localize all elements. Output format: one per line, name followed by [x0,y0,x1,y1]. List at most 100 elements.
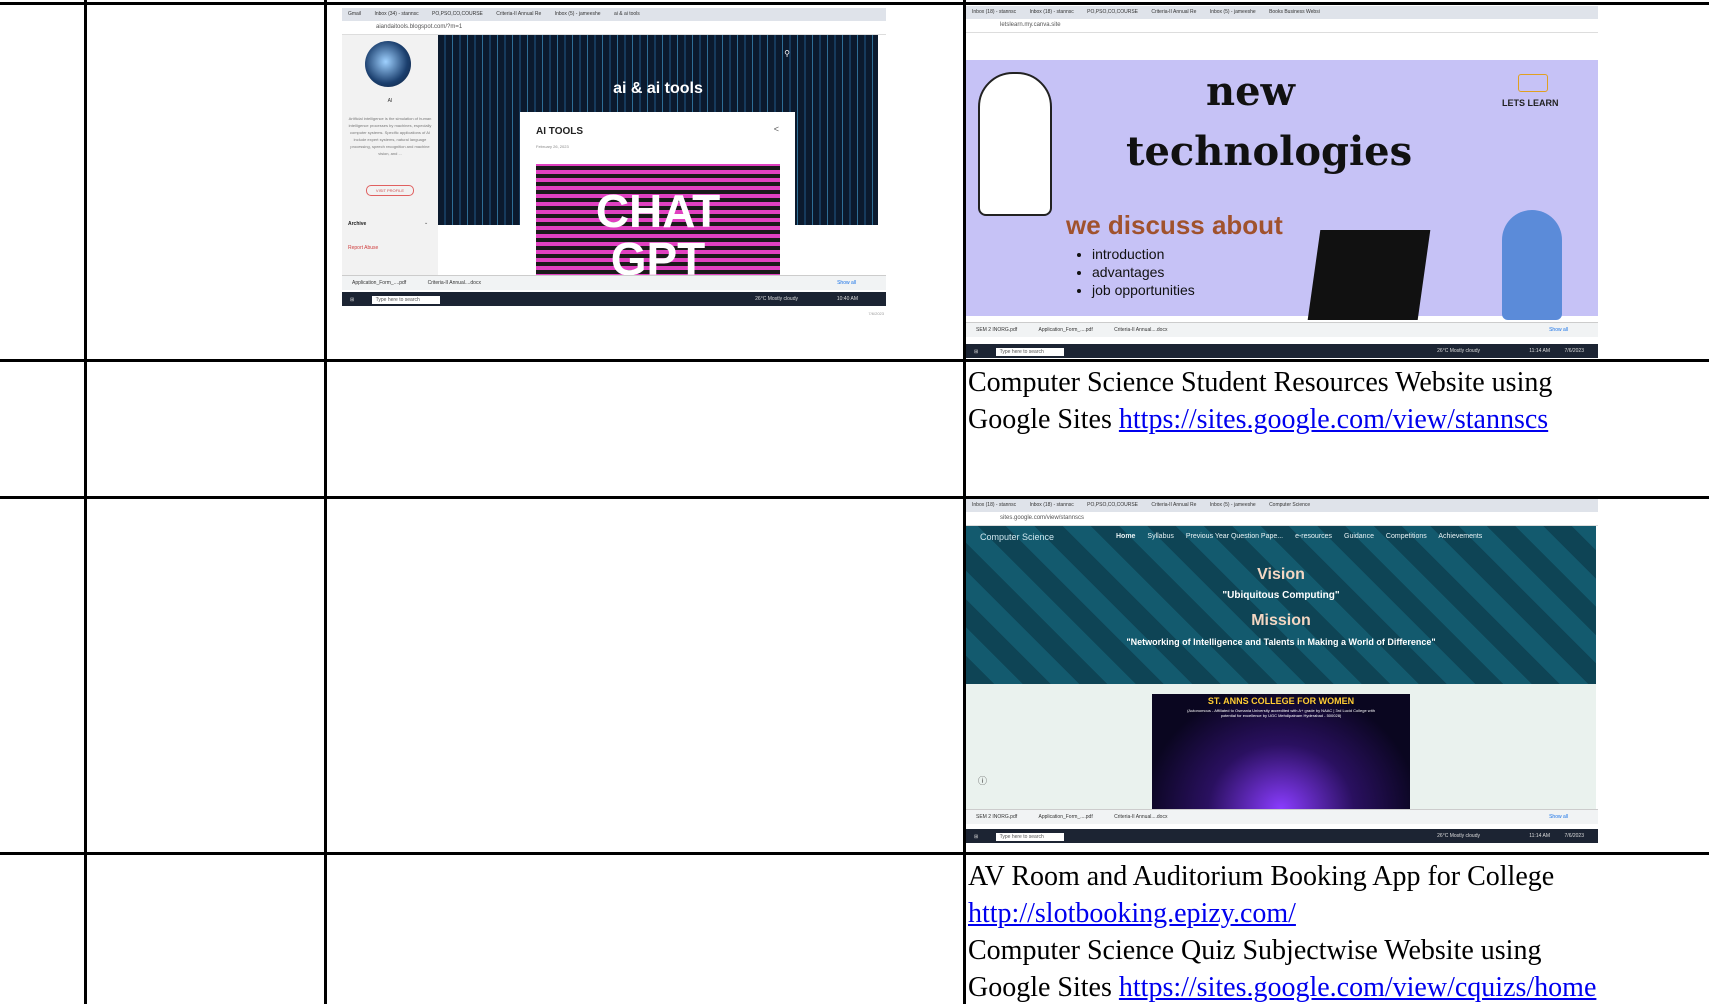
hero-heading-technologies: technologies [1126,128,1413,175]
vision-heading: Vision [1257,566,1305,583]
clock-date: 7/6/2023 [1564,833,1584,839]
screenshot-computer-science-site: Inbox (18) - stannsc Inbox (18) - stanns… [966,499,1598,851]
site-name[interactable]: Computer Science [980,532,1054,542]
college-name: ST. ANNS COLLEGE FOR WOMEN [1207,696,1355,706]
clock-time: 10:40 AM [836,296,858,302]
browser-tab: PO,PSO,CO,COURSE [432,11,483,17]
student-resources-line: Google Sites https://sites.google.com/vi… [968,401,1548,438]
table-top-border [0,2,1709,5]
info-icon[interactable]: ⓘ [978,774,987,787]
list-item: introduction [1092,245,1195,263]
google-sites-label: Google Sites [968,972,1119,1003]
site-header: Computer Science Home Syllabus Previous … [966,526,1596,684]
nav-previous-papers[interactable]: Previous Year Question Pape... [1186,533,1283,540]
windows-start-icon[interactable]: ⊞ [974,349,978,355]
taskbar-search-input[interactable]: Type here to search [371,296,440,304]
screenshot-lets-learn-canva: Inbox (18) - stannsc Inbox (18) - stanns… [966,6,1598,358]
browser-tab: Inbox (18) - stannsc [972,9,1017,15]
browser-tab: Inbox (18) - stannsc [1029,502,1074,508]
booking-app-title: AV Room and Auditorium Booking App for C… [968,861,1555,892]
profile-name: AI [387,98,393,104]
windows-start-icon[interactable]: ⊞ [974,834,978,840]
blog-title: ai & ai tools [613,80,703,97]
nav-e-resources[interactable]: e-resources [1295,533,1332,540]
download-bar: SEM 2 INORG.pdf Application_Form_....pdf… [966,809,1598,824]
share-icon[interactable]: < [774,124,779,134]
taskbar-search-input[interactable]: Type here to search [995,833,1064,841]
archive-label[interactable]: Archive [348,221,366,227]
quiz-website-link[interactable]: https://sites.google.com/view/cquizs/hom… [1119,972,1597,1003]
nav-syllabus[interactable]: Syllabus [1147,533,1173,540]
download-item[interactable]: Criteria-II Annual....docx [1114,327,1167,333]
browser-tab: Inbox (5) - jameeshe [1209,9,1256,15]
browser-tab: Inbox (5) - jameeshe [554,11,601,17]
taskbar-search-input[interactable]: Type here to search [995,348,1064,356]
mission-heading: Mission [1251,612,1311,629]
college-subtitle: (Autonomous - Affiliated to Osmania Univ… [1187,708,1375,718]
logo-text: LETS LEARN [1502,98,1559,108]
chevron-down-icon[interactable]: ⌄ [424,220,428,226]
nav-home[interactable]: Home [1116,533,1135,540]
download-item[interactable]: SEM 2 INORG.pdf [976,327,1017,333]
show-all-button[interactable]: Show all [837,280,856,286]
windows-taskbar: ⊞ Type here to search 26°C Mostly cloudy… [966,829,1598,843]
download-item[interactable]: Application_Form_....pdf [1039,814,1093,820]
browser-tab: Criteria-II Annual Re [1151,9,1197,15]
browser-tab-bar: Gmail Inbox (34) - stannsc PO,PSO,CO,COU… [342,8,886,21]
student-resources-link[interactable]: https://sites.google.com/view/stannscs [1119,404,1548,435]
post-thumbnail: CHAT GPT [536,164,780,284]
download-bar: SEM 2 INORG.pdf Application_Form_....pdf… [966,322,1598,337]
windows-taskbar: ⊞ Type here to search 26°C Mostly cloudy… [966,344,1598,358]
post-date: February 26, 2023 [536,144,569,149]
quiz-website-title: Computer Science Quiz Subjectwise Websit… [968,935,1542,966]
canva-hero: new technologies LETS LEARN we discuss a… [966,60,1598,320]
avatar [365,41,411,87]
booking-app-link[interactable]: http://slotbooking.epizy.com/ [968,895,1296,932]
windows-start-icon[interactable]: ⊞ [350,297,354,303]
browser-tab-bar: Inbox (18) - stannsc Inbox (18) - stanns… [966,499,1598,512]
book-logo-icon [1518,74,1548,92]
column-divider [84,0,87,1004]
browser-tab: Inbox (34) - stannsc [374,11,419,17]
list-item: job opportunities [1092,281,1195,299]
student-resources-title: Computer Science Student Resources Websi… [968,367,1553,398]
browser-tab: Criteria-II Annual Re [1151,502,1197,508]
browser-tab: Books Business Websi [1269,9,1320,15]
post-title[interactable]: AI TOOLS [536,126,583,137]
robot-illustration [978,72,1052,216]
nav-competitions[interactable]: Competitions [1386,533,1427,540]
show-all-button[interactable]: Show all [1549,814,1568,820]
browser-tab-bar: Inbox (18) - stannsc Inbox (18) - stanns… [966,6,1598,19]
thumbnail-text-chat: CHAT [595,185,721,237]
download-bar: Application_Form_....pdf Criteria-II Ann… [342,275,886,290]
weather-text: 26°C Mostly cloudy [1437,833,1480,839]
mission-text: "Networking of Intelligence and Talents … [1126,637,1436,647]
nav-achievements[interactable]: Achievements [1438,533,1482,540]
vision-text: "Ubiquitous Computing" [1222,590,1340,601]
browser-tab: Gmail [348,11,362,17]
address-bar: sites.google.com/view/stannscs [966,512,1598,526]
clock-date: 7/6/2023 [1564,348,1584,354]
url-text: aiandaitools.blogspot.com/?m=1 [376,24,463,30]
show-all-button[interactable]: Show all [1549,327,1568,333]
clock-time: 11:14 AM [1529,833,1550,839]
row-divider [0,359,1709,362]
post-card[interactable]: AI TOOLS < February 26, 2023 CHAT GPT [520,112,795,284]
subheading: we discuss about [1066,210,1283,240]
download-item[interactable]: Application_Form_....pdf [352,280,406,286]
college-banner: ST. ANNS COLLEGE FOR WOMEN (Autonomous -… [1152,694,1410,809]
download-item[interactable]: Criteria-II Annual....docx [1114,814,1167,820]
visit-profile-button[interactable]: VISIT PROFILE [366,185,414,196]
browser-tab: PO,PSO,CO,COURSE [1087,9,1138,15]
download-item[interactable]: Criteria-II Annual....docx [428,280,481,286]
download-item[interactable]: SEM 2 INORG.pdf [976,814,1017,820]
nav-guidance[interactable]: Guidance [1344,533,1374,540]
url-text: sites.google.com/view/stannscs [1000,515,1085,521]
site-nav: Home Syllabus Previous Year Question Pap… [1116,533,1482,540]
search-icon[interactable]: ⚲ [784,49,790,58]
download-item[interactable]: Application_Form_....pdf [1039,327,1093,333]
laptop-illustration [1307,230,1431,320]
browser-tab: PO,PSO,CO,COURSE [1087,502,1138,508]
report-abuse-link[interactable]: Report Abuse [348,245,378,251]
browser-tab: Inbox (18) - stannsc [972,502,1017,508]
